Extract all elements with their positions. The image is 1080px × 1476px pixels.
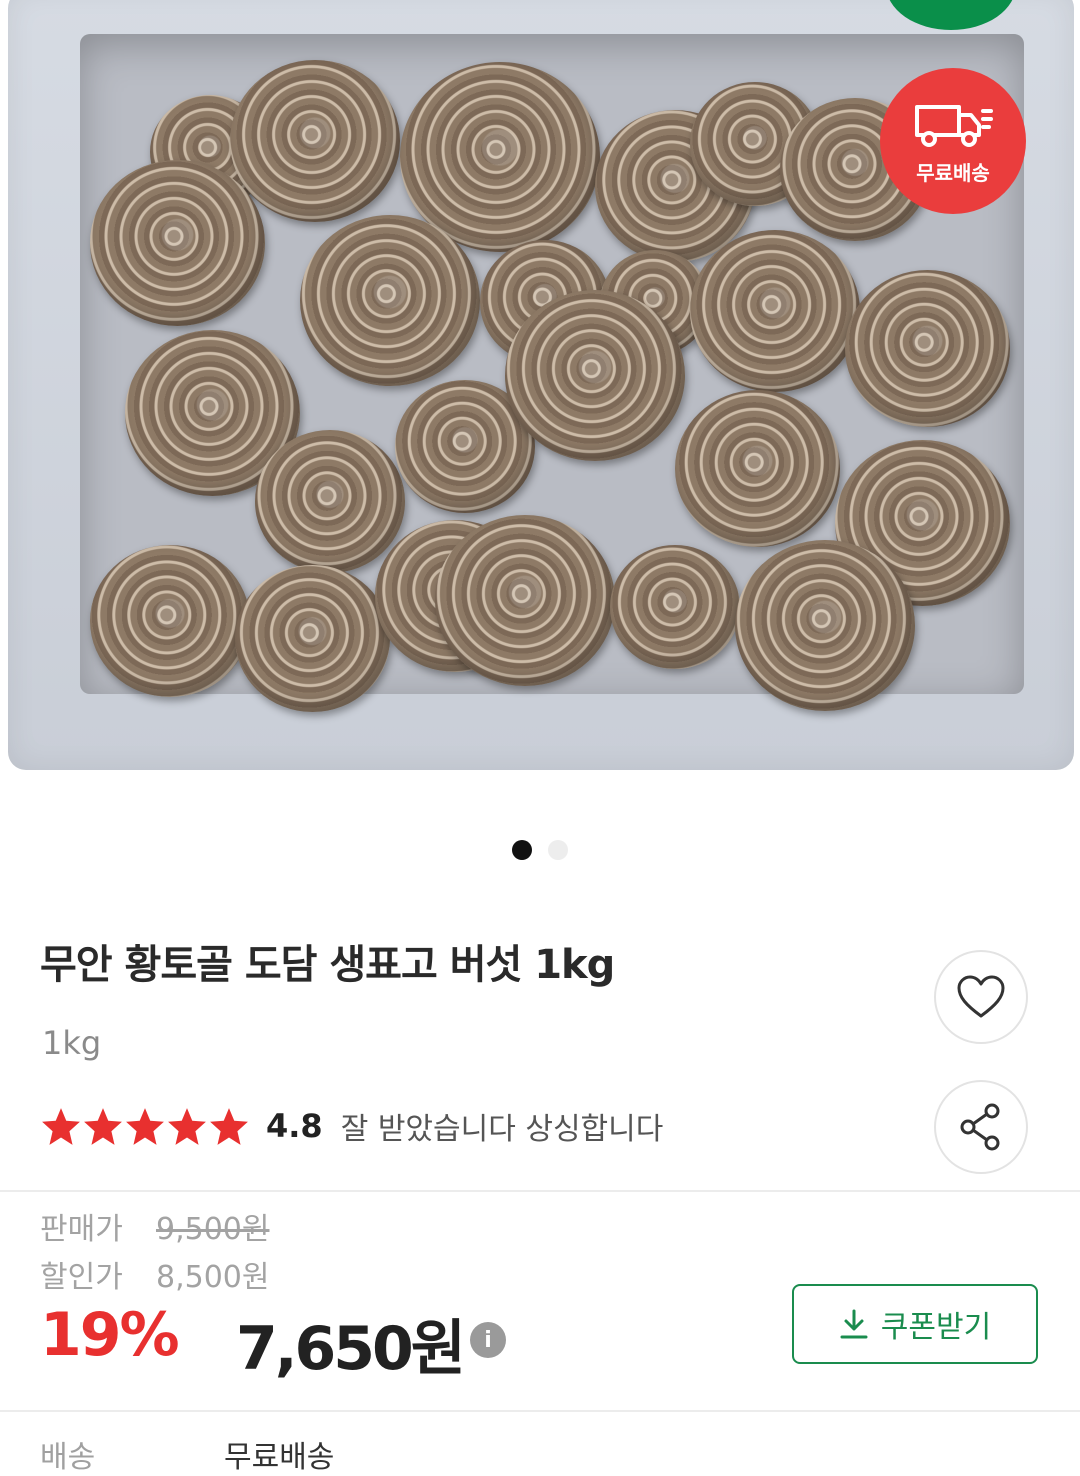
star-icon	[42, 1108, 80, 1145]
carousel-dot-1[interactable]	[512, 840, 532, 860]
carousel-dot-2[interactable]	[548, 840, 568, 860]
product-image[interactable]: 무료배송	[0, 0, 1080, 790]
free-shipping-badge-label: 무료배송	[916, 160, 990, 185]
mushroom-cap	[675, 390, 840, 547]
truck-icon	[915, 104, 993, 147]
mushroom-cap	[90, 160, 265, 327]
mushroom-cap	[735, 540, 915, 711]
review-snippet: 잘 받았습니다 상싱합니다	[340, 1112, 664, 1147]
heart-icon	[957, 975, 1005, 1018]
coupon-button-label: 쿠폰받기	[880, 1310, 992, 1345]
shipping-label: 배송	[40, 1440, 96, 1475]
free-shipping-badge: 무료배송	[880, 68, 1026, 214]
product-title: 무안 황토골 도담 생표고 버섯 1kg	[40, 942, 615, 988]
discount-price-label: 할인가	[40, 1260, 123, 1295]
wishlist-button[interactable]	[934, 950, 1028, 1044]
divider	[0, 1410, 1080, 1412]
star-rating	[40, 1106, 250, 1146]
mushroom-cap	[90, 545, 250, 697]
mushroom-cap	[230, 60, 400, 222]
sale-price-value: 9,500원	[156, 1212, 270, 1247]
carousel-indicator	[0, 840, 1080, 860]
shipping-row: 배송 무료배송	[40, 1432, 334, 1476]
mushroom-cap	[435, 515, 615, 686]
mushroom-cap	[300, 215, 480, 386]
shipping-value: 무료배송	[224, 1440, 335, 1475]
coupon-button[interactable]: 쿠폰받기	[792, 1284, 1038, 1364]
final-price: 7,650원	[236, 1314, 466, 1384]
star-icon	[210, 1108, 248, 1145]
discount-price-row: 할인가 8,500원	[40, 1252, 269, 1296]
rating-score: 4.8	[266, 1107, 323, 1145]
divider	[0, 1190, 1080, 1192]
star-icon	[84, 1108, 122, 1145]
star-icon	[168, 1108, 206, 1145]
share-button[interactable]	[934, 1080, 1028, 1174]
rating-row[interactable]: 4.8 잘 받았습니다 상싱합니다	[40, 1104, 663, 1148]
share-icon	[960, 1103, 1000, 1151]
info-icon[interactable]: i	[470, 1322, 506, 1358]
mushroom-cap	[235, 565, 390, 713]
mushroom-cap	[610, 545, 740, 669]
mushroom-cap	[845, 270, 1010, 427]
download-icon	[840, 1309, 868, 1339]
star-icon	[126, 1108, 164, 1145]
sale-price-row: 판매가 9,500원	[40, 1204, 269, 1248]
mushroom-cap	[255, 430, 405, 573]
discount-price-value: 8,500원	[156, 1260, 270, 1295]
sale-price-label: 판매가	[40, 1212, 123, 1247]
product-option: 1kg	[42, 1024, 102, 1062]
mushroom-cap	[690, 230, 860, 392]
discount-rate: 19%	[40, 1300, 180, 1370]
mushroom-cap	[505, 290, 685, 461]
